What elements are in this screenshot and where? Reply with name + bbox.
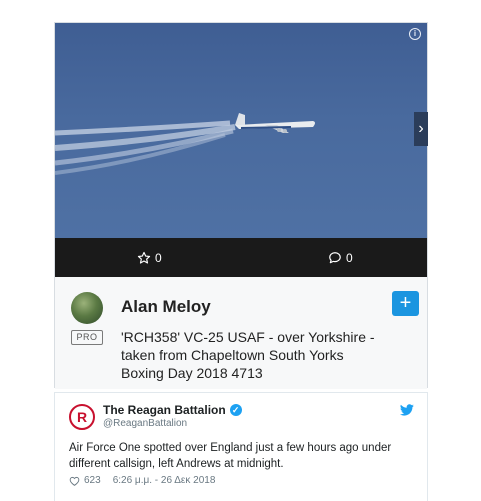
- photo-stats-bar: 0 0: [55, 238, 427, 277]
- account-name: The Reagan Battalion: [103, 403, 226, 417]
- airplane-photo[interactable]: i: [55, 23, 427, 238]
- tweet-text: Air Force One spotted over England just …: [69, 442, 392, 470]
- heart-icon[interactable]: [69, 476, 80, 486]
- info-icon[interactable]: i: [409, 28, 421, 40]
- follow-button[interactable]: +: [392, 291, 419, 316]
- photo-title[interactable]: 'RCH358' VC-25 USAF - over Yorkshire - t…: [121, 328, 381, 382]
- plus-icon: +: [399, 292, 412, 314]
- comment-icon: [329, 251, 341, 263]
- tweet-meta: 623 6:26 μ.μ. - 26 Δεκ 2018: [69, 475, 215, 486]
- verified-badge-icon: ✓: [229, 404, 242, 416]
- author-name[interactable]: Alan Meloy: [121, 297, 211, 317]
- like-count: 623: [84, 475, 101, 486]
- account-avatar[interactable]: R: [69, 404, 95, 430]
- twitter-bird-icon[interactable]: [400, 404, 414, 416]
- embedded-tweet: R The Reagan Battalion ✓ @ReaganBattalio…: [54, 392, 428, 501]
- author-section: PRO Alan Meloy 'RCH358' VC-25 USAF - ove…: [55, 277, 427, 389]
- comment-button[interactable]: 0: [328, 238, 353, 277]
- favorites-count: 0: [155, 250, 162, 265]
- comments-count: 0: [346, 250, 353, 265]
- airplane-photo-image: [55, 113, 315, 175]
- star-icon: [137, 251, 151, 264]
- favorite-button[interactable]: 0: [137, 238, 162, 277]
- flickr-embed-card: i › 0 0 PRO Alan Meloy 'RCH358' VC-25 US…: [54, 22, 428, 389]
- tweet-timestamp[interactable]: 6:26 μ.μ. - 26 Δεκ 2018: [113, 475, 216, 486]
- tweet-author[interactable]: The Reagan Battalion ✓: [103, 403, 242, 417]
- chevron-right-icon[interactable]: ›: [414, 112, 428, 146]
- account-handle[interactable]: @ReaganBattalion: [103, 418, 187, 429]
- pro-badge: PRO: [71, 330, 103, 345]
- avatar[interactable]: [71, 292, 103, 324]
